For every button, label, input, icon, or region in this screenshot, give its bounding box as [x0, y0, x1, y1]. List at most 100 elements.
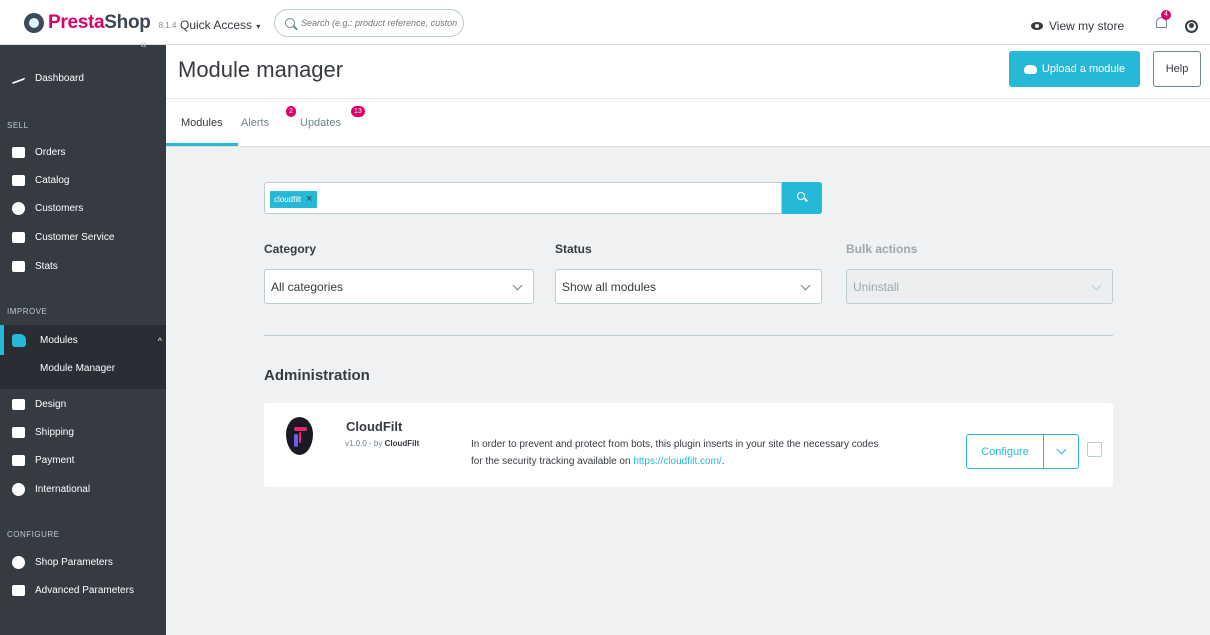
sidebar-item-label: Modules [40, 335, 78, 346]
module-link[interactable]: https://cloudfilt.com/ [633, 456, 721, 467]
trend-icon [12, 72, 25, 84]
tab-alerts[interactable]: Alerts [241, 117, 269, 129]
prestashop-logo[interactable]: PrestaShop 8.1.4 [24, 12, 176, 34]
sidebar-item-modules[interactable]: Modules ^ [12, 334, 162, 347]
quick-access-label: Quick Access [180, 18, 253, 32]
cloud-upload-icon [1023, 64, 1037, 74]
logo-text: PrestaShop [48, 12, 151, 33]
account-icon[interactable] [1185, 20, 1198, 33]
globe-icon [12, 482, 25, 496]
sidebar-item-shipping[interactable]: Shipping [0, 418, 166, 446]
search-icon [797, 192, 805, 200]
sidebar-item-label: Payment [35, 454, 75, 466]
bulk-actions-value: Uninstall [853, 279, 900, 294]
notifications-badge: 4 [1161, 10, 1171, 20]
global-search-input[interactable] [301, 18, 461, 28]
search-tag: cloudfilt × [270, 191, 317, 208]
module-card: CloudFilt v1.0.0 - by CloudFilt In order… [264, 403, 1113, 487]
sidebar-item-module-manager[interactable]: Module Manager [40, 363, 115, 374]
sidebar: « Dashboard SELL Orders Catalog Customer… [0, 37, 166, 635]
module-meta: v1.0.0 - by CloudFilt [345, 439, 419, 448]
sidebar-item-label: Dashboard [35, 72, 84, 84]
sidebar-item-stats[interactable]: Stats [0, 252, 166, 280]
chevron-down-icon [512, 280, 523, 291]
upload-module-button[interactable]: Upload a module [1009, 51, 1140, 87]
basket-icon [12, 146, 25, 158]
chevron-down-icon [1091, 280, 1102, 291]
sidebar-item-advanced-parameters[interactable]: Advanced Parameters [0, 576, 166, 604]
status-value: Show all modules [562, 279, 657, 294]
category-label: Category [264, 242, 317, 256]
search-icon [285, 18, 295, 28]
alerts-badge: 2 [286, 106, 296, 117]
sidebar-item-label: Customer Service [35, 231, 115, 243]
sidebar-item-label: Stats [35, 260, 58, 272]
sidebar-item-label: Design [35, 398, 67, 410]
active-tab-indicator [166, 143, 238, 146]
module-select-checkbox[interactable] [1087, 442, 1102, 457]
chart-icon [12, 260, 25, 272]
module-actions-dropdown[interactable] [1043, 434, 1079, 469]
truck-icon [12, 426, 25, 438]
bulk-actions-label: Bulk actions [846, 242, 918, 256]
module-author: CloudFilt [384, 439, 420, 448]
configure-button[interactable]: Configure [966, 434, 1044, 469]
search-button[interactable] [782, 182, 822, 214]
section-improve: IMPROVE [7, 307, 48, 316]
caret-down-icon: ▾ [254, 22, 261, 31]
page-header: Module manager Upload a module Help Modu… [166, 45, 1210, 147]
notifications-button[interactable]: 4 [1156, 10, 1171, 31]
category-select[interactable]: All categories [264, 269, 534, 304]
sidebar-item-payment[interactable]: Payment [0, 446, 166, 474]
settings-box-icon [12, 584, 25, 596]
version-label: 8.1.4 [158, 20, 177, 30]
sidebar-item-shop-parameters[interactable]: Shop Parameters [0, 548, 166, 576]
prestashop-logo-icon [24, 13, 44, 33]
monitor-icon [12, 398, 25, 410]
sidebar-item-international[interactable]: International [0, 475, 166, 503]
tab-alerts-label: Alerts [241, 117, 270, 129]
view-store-label: View my store [1049, 19, 1125, 33]
gear-icon [12, 555, 25, 569]
global-search[interactable] [274, 9, 464, 37]
status-select[interactable]: Show all modules [555, 269, 822, 304]
active-indicator [0, 325, 4, 355]
sidebar-item-label: Catalog [35, 174, 70, 186]
sidebar-item-label: Shipping [35, 426, 74, 438]
store-icon [12, 174, 25, 186]
collapse-sidebar-icon[interactable]: « [140, 37, 147, 51]
chevron-down-icon [800, 280, 811, 291]
section-sell: SELL [7, 121, 29, 130]
sidebar-item-dashboard[interactable]: Dashboard [0, 64, 166, 92]
sidebar-item-catalog[interactable]: Catalog [0, 166, 166, 194]
category-value: All categories [271, 279, 344, 294]
sidebar-item-orders[interactable]: Orders [0, 138, 166, 166]
user-icon [12, 201, 25, 215]
remove-tag-icon[interactable]: × [306, 194, 312, 205]
header-divider [166, 98, 1210, 99]
page-title: Module manager [178, 57, 344, 82]
tab-modules[interactable]: Modules [181, 117, 223, 129]
sidebar-item-customers[interactable]: Customers [0, 194, 166, 222]
eye-icon [1031, 22, 1043, 30]
updates-badge: 13 [351, 106, 365, 117]
sidebar-item-design[interactable]: Design [0, 390, 166, 418]
module-version: v1.0.0 - by [345, 439, 383, 448]
chat-icon [12, 231, 25, 243]
status-label: Status [555, 242, 592, 256]
module-search-input[interactable]: cloudfilt × [264, 182, 782, 214]
sidebar-item-label: Customers [35, 202, 84, 214]
puzzle-icon [12, 334, 26, 347]
upload-module-label: Upload a module [1041, 63, 1126, 75]
help-button[interactable]: Help [1153, 51, 1201, 87]
chevron-up-icon: ^ [157, 335, 162, 346]
tab-updates[interactable]: Updates [300, 117, 341, 129]
quick-access-dropdown[interactable]: Quick Access ▾ [180, 18, 260, 32]
section-configure: CONFIGURE [7, 530, 60, 539]
sidebar-item-label: Advanced Parameters [35, 584, 134, 596]
module-link-suffix: . [721, 456, 725, 467]
sidebar-item-customer-service[interactable]: Customer Service [0, 223, 166, 251]
view-store-link[interactable]: View my store [1031, 19, 1124, 33]
tab-updates-label: Updates [300, 117, 341, 129]
sidebar-item-label: Shop Parameters [35, 556, 113, 568]
